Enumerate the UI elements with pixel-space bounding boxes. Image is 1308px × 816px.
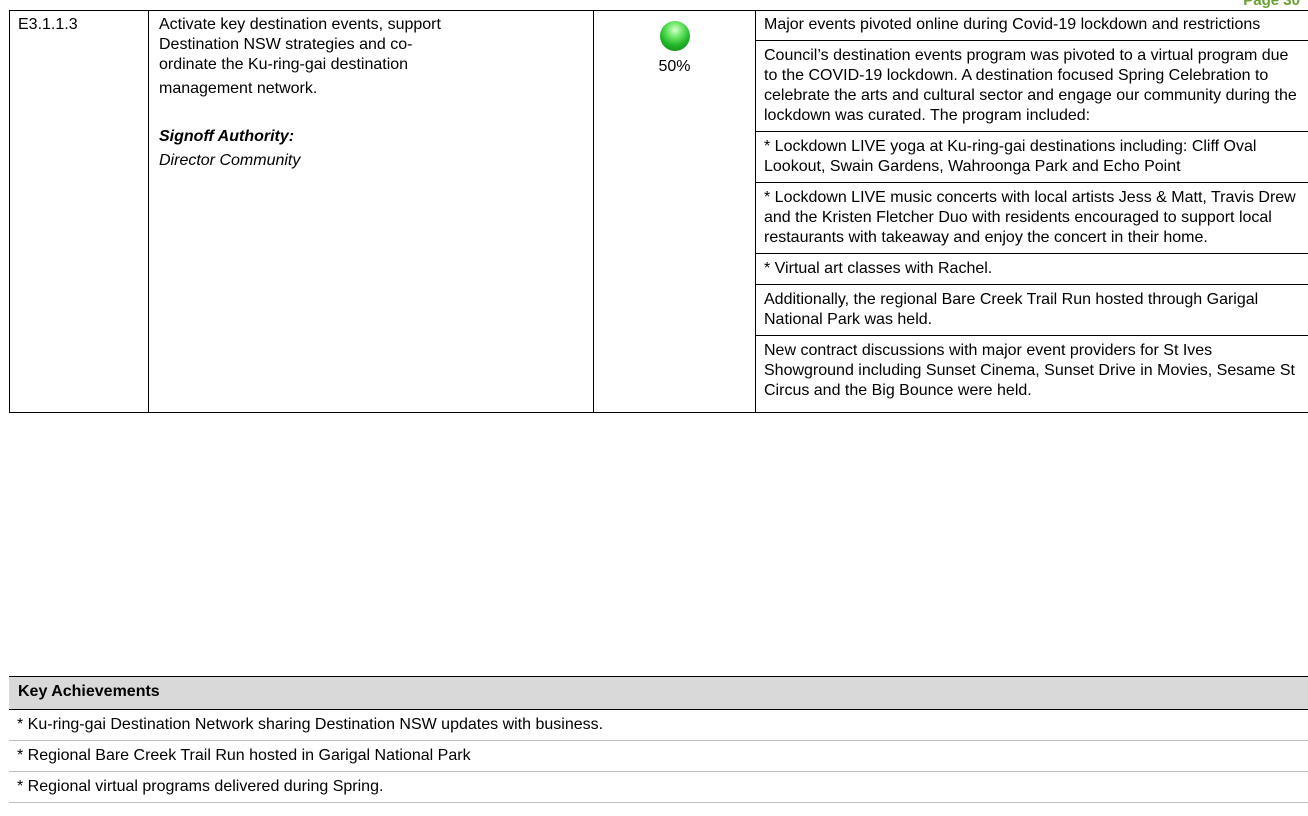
task-row: E3.1.1.3 Activate key destination events…	[9, 10, 1308, 413]
divider	[756, 253, 1308, 254]
divider	[756, 131, 1308, 132]
task-description-cell: Activate key destination events, support…	[148, 10, 594, 413]
task-comments-cell: Major events pivoted online during Covid…	[755, 10, 1308, 413]
divider	[756, 284, 1308, 285]
comment-paragraph: * Lockdown LIVE music concerts with loca…	[764, 189, 1296, 246]
comment-paragraph: * Virtual art classes with Rachel.	[764, 260, 993, 277]
divider	[756, 40, 1308, 41]
description-line: management network.	[159, 80, 318, 97]
key-achievements-list: * Ku-ring-gai Destination Network sharin…	[9, 710, 1308, 803]
divider	[756, 335, 1308, 336]
task-status-cell: 50%	[593, 10, 756, 413]
comment-paragraph: Council’s destination events program was…	[764, 47, 1297, 124]
comment-paragraph: Additionally, the regional Bare Creek Tr…	[764, 291, 1259, 328]
list-item: * Regional virtual programs delivered du…	[9, 772, 1308, 803]
green-status-icon	[659, 21, 690, 51]
achievement-text: * Ku-ring-gai Destination Network sharin…	[17, 716, 604, 733]
comment-paragraph: * Lockdown LIVE yoga at Ku-ring-gai dest…	[764, 138, 1257, 175]
comments-heading: Major events pivoted online during Covid…	[764, 16, 1261, 33]
signoff-authority-value: Director Community	[159, 152, 301, 169]
key-achievements-title: Key Achievements	[18, 683, 160, 700]
description-line: Destination NSW strategies and co-	[159, 36, 413, 53]
description-line: ordinate the Ku-ring-gai destination	[159, 56, 409, 73]
task-code: E3.1.1.3	[18, 16, 78, 33]
comment-paragraph: New contract discussions with major even…	[764, 342, 1295, 399]
list-item: * Regional Bare Creek Trail Run hosted i…	[9, 741, 1308, 772]
signoff-authority-label: Signoff Authority:	[159, 128, 295, 145]
task-code-cell: E3.1.1.3	[9, 10, 149, 413]
list-item: * Ku-ring-gai Destination Network sharin…	[9, 710, 1308, 741]
key-achievements-header: Key Achievements	[9, 676, 1308, 710]
divider	[756, 182, 1308, 183]
status-percent: 50%	[658, 58, 691, 75]
page-number: Page 30	[1243, 0, 1300, 9]
achievement-text: * Regional virtual programs delivered du…	[17, 778, 384, 795]
description-line: Activate key destination events, support	[159, 16, 441, 33]
achievement-text: * Regional Bare Creek Trail Run hosted i…	[17, 747, 471, 764]
task-table: E3.1.1.3 Activate key destination events…	[9, 10, 1308, 413]
